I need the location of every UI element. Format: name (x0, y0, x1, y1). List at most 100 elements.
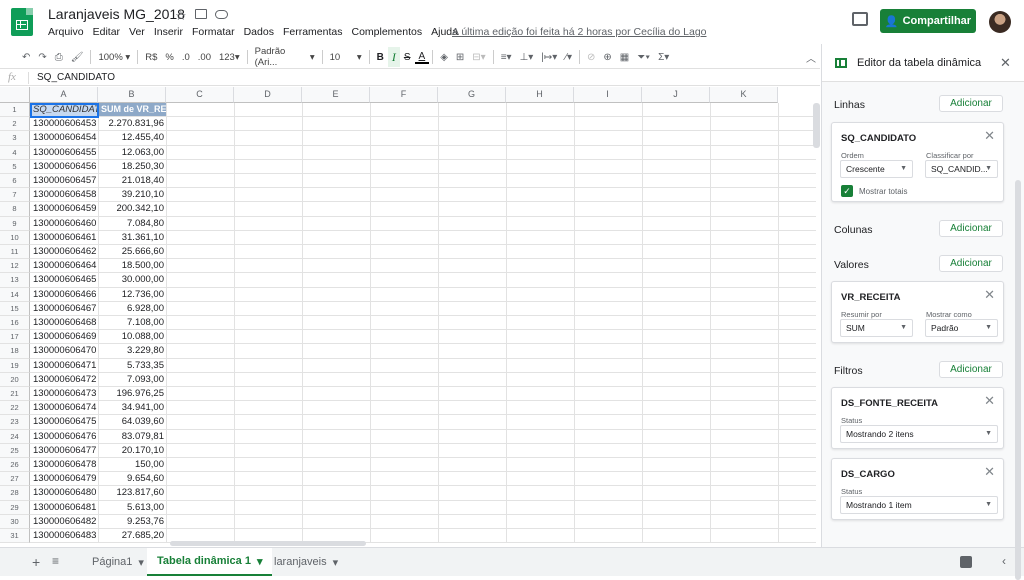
row-header[interactable]: 10 (0, 230, 30, 245)
borders-icon[interactable]: ⊞ (452, 47, 468, 67)
sort-by-select[interactable]: SQ_CANDID... ▼ (925, 160, 998, 178)
cell-sq-candidato[interactable]: 130000606469 (33, 331, 96, 342)
cell-sum-vr-receita[interactable]: 9.654,60 (98, 473, 166, 484)
cell-sq-candidato[interactable]: 130000606453 (33, 118, 96, 129)
menu-ferramentas[interactable]: Ferramentas (283, 26, 343, 40)
column-header[interactable]: G (438, 87, 506, 103)
zoom-select[interactable]: 100% ▾ (94, 47, 134, 67)
remove-filter-icon[interactable]: ✕ (984, 464, 995, 480)
cell-sq-candidato[interactable]: 130000606479 (33, 473, 96, 484)
cell-sum-vr-receita[interactable]: 64.039,60 (98, 416, 166, 427)
cell-sum-vr-receita[interactable]: 2.270.831,96 (98, 118, 166, 129)
cell-sum-vr-receita[interactable]: 12.455,40 (98, 132, 166, 143)
row-header[interactable]: 31 (0, 529, 30, 544)
print-icon[interactable]: ⎙ (51, 47, 67, 67)
filter-icon[interactable]: ⏷▾ (633, 47, 654, 67)
show-as-select[interactable]: Padrão ▼ (925, 319, 998, 337)
cell-sq-candidato[interactable]: 130000606470 (33, 345, 96, 356)
row-header[interactable]: 11 (0, 245, 30, 260)
cell-sq-candidato[interactable]: 130000606471 (33, 360, 96, 371)
row-header[interactable]: 19 (0, 358, 30, 373)
cell-sq-candidato[interactable]: 130000606480 (33, 487, 96, 498)
cell-sum-vr-receita[interactable]: 7.108,00 (98, 317, 166, 328)
increase-decimal-button[interactable]: .00 (194, 47, 215, 67)
formula-input[interactable]: SQ_CANDIDATO (37, 72, 115, 83)
cell-sum-vr-receita[interactable]: SUM de VR_RECEITA (98, 103, 166, 116)
collapse-toolbar-icon[interactable]: ︿ (802, 47, 820, 67)
cell-sq-candidato[interactable]: 130000606468 (33, 317, 96, 328)
row-header[interactable]: 5 (0, 159, 30, 174)
menu-formatar[interactable]: Formatar (192, 26, 235, 40)
vertical-align-icon[interactable]: ⊥▾ (516, 47, 538, 67)
row-header[interactable]: 30 (0, 514, 30, 529)
row-header[interactable]: 7 (0, 188, 30, 203)
row-header[interactable]: 21 (0, 387, 30, 402)
comments-icon[interactable] (852, 12, 868, 26)
row-header[interactable]: 15 (0, 301, 30, 316)
row-header[interactable]: 22 (0, 401, 30, 416)
cell-sum-vr-receita[interactable]: 20.170,10 (98, 445, 166, 456)
add-value-button[interactable]: Adicionar (939, 255, 1003, 272)
italic-button[interactable]: I (387, 47, 400, 67)
show-totals-checkbox[interactable]: ✓ (841, 185, 853, 197)
strikethrough-button[interactable]: S (400, 47, 415, 67)
cell-sum-vr-receita[interactable]: 7.093,00 (98, 374, 166, 385)
add-filter-button[interactable]: Adicionar (939, 361, 1003, 378)
cell-sq-candidato[interactable]: 130000606467 (33, 303, 96, 314)
star-icon[interactable]: ☆ (175, 8, 187, 24)
row-header[interactable]: 1 (0, 103, 30, 118)
row-header[interactable]: 2 (0, 117, 30, 132)
remove-filter-icon[interactable]: ✕ (984, 393, 995, 409)
row-header[interactable]: 27 (0, 472, 30, 487)
menu-complementos[interactable]: Complementos (351, 26, 422, 40)
chevron-left-icon[interactable]: ‹ (1002, 554, 1006, 568)
horizontal-align-icon[interactable]: ≡▾ (497, 47, 516, 67)
row-header[interactable]: 25 (0, 443, 30, 458)
cell-sum-vr-receita[interactable]: 18.500,00 (98, 260, 166, 271)
select-all-corner[interactable] (0, 87, 30, 103)
row-header[interactable]: 6 (0, 174, 30, 189)
cell-sum-vr-receita[interactable]: 7.084,80 (98, 218, 166, 229)
cell-sum-vr-receita[interactable]: 150,00 (98, 459, 166, 470)
cell-sq-candidato[interactable]: 130000606475 (33, 416, 96, 427)
column-header[interactable]: D (234, 87, 302, 103)
all-sheets-icon[interactable]: ≡ (52, 554, 59, 568)
column-header[interactable]: J (642, 87, 710, 103)
cell-sum-vr-receita[interactable]: 12.063,00 (98, 147, 166, 158)
sheet-tab-pagina1[interactable]: Página1 ▾ (82, 548, 154, 576)
move-folder-icon[interactable] (195, 9, 207, 19)
text-wrap-icon[interactable]: |↦▾ (537, 47, 561, 67)
paint-format-icon[interactable]: 🖌 (67, 47, 88, 67)
explore-icon[interactable] (960, 556, 972, 568)
menu-arquivo[interactable]: Arquivo (48, 26, 84, 40)
cell-sum-vr-receita[interactable]: 83.079,81 (98, 431, 166, 442)
more-formats-select[interactable]: 123 ▾ (215, 47, 244, 67)
cell-sq-candidato[interactable]: 130000606466 (33, 289, 96, 300)
row-header[interactable]: 16 (0, 316, 30, 331)
row-header[interactable]: 26 (0, 458, 30, 473)
insert-chart-icon[interactable]: ▦ (616, 47, 633, 67)
row-header[interactable]: 3 (0, 131, 30, 146)
cell-sq-candidato[interactable]: 130000606474 (33, 402, 96, 413)
add-sheet-icon[interactable]: + (32, 554, 40, 570)
filter-status-select[interactable]: Mostrando 1 item ▼ (840, 496, 998, 514)
cell-sq-candidato[interactable]: 130000606478 (33, 459, 96, 470)
cell-sq-candidato[interactable]: 130000606455 (33, 147, 96, 158)
column-header[interactable]: A (30, 87, 98, 103)
sheet-tab-laranjaveis[interactable]: laranjaveis ▾ (264, 548, 348, 576)
column-header[interactable]: F (370, 87, 438, 103)
cell-sq-candidato[interactable]: 130000606477 (33, 445, 96, 456)
cell-sum-vr-receita[interactable]: 39.210,10 (98, 189, 166, 200)
column-header[interactable]: I (574, 87, 642, 103)
menu-dados[interactable]: Dados (244, 26, 274, 40)
cell-sum-vr-receita[interactable]: 9.253,76 (98, 516, 166, 527)
redo-icon[interactable]: ↷ (34, 47, 50, 67)
cell-sq-candidato[interactable]: 130000606481 (33, 502, 96, 513)
close-icon[interactable]: ✕ (1000, 55, 1011, 71)
vertical-scrollbar[interactable] (813, 103, 820, 148)
row-header[interactable]: 14 (0, 287, 30, 302)
row-header[interactable]: 20 (0, 372, 30, 387)
cell-sq-candidato[interactable]: 130000606454 (33, 132, 96, 143)
functions-icon[interactable]: Σ▾ (654, 47, 673, 67)
cell-sq-candidato[interactable]: 130000606476 (33, 431, 96, 442)
